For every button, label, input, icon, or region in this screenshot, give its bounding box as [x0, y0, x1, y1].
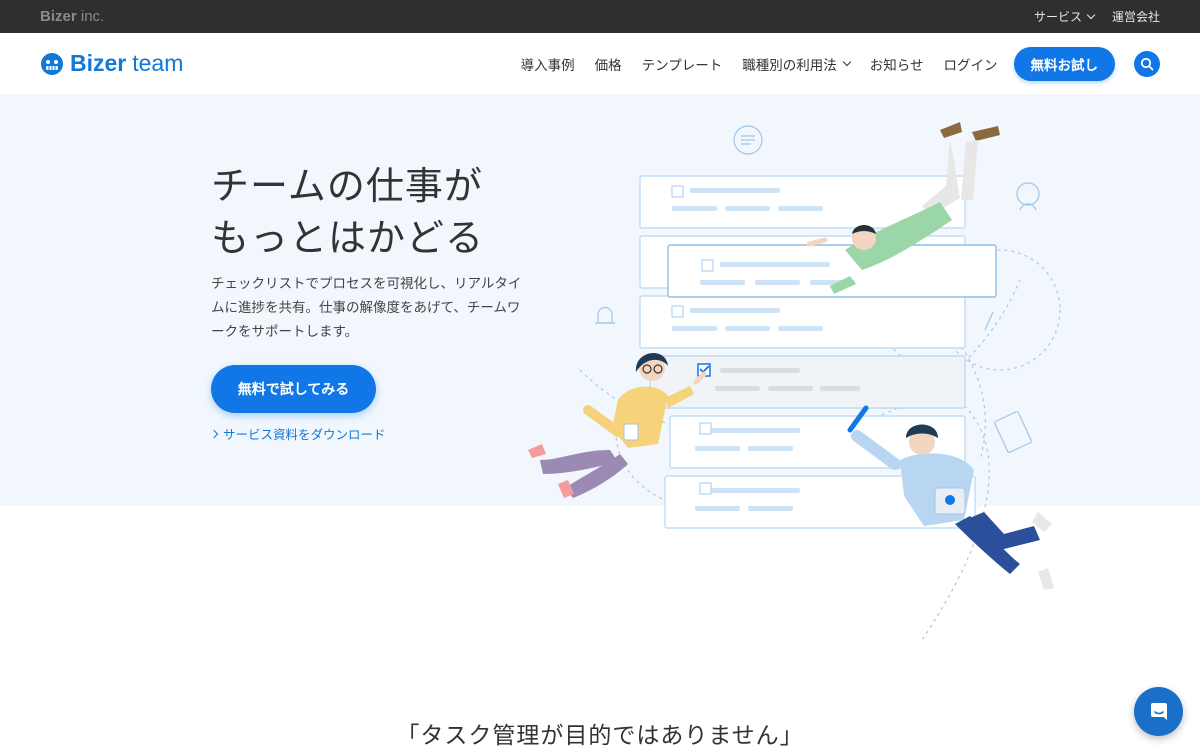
brand-mascot-icon	[41, 52, 63, 75]
corporate-topbar: Bizer inc. サービス 運営会社	[0, 0, 1200, 33]
chevron-down-icon	[842, 57, 852, 67]
main-nav: 導入事例 価格 テンプレート 職種別の利用法 お知らせ ログイン 無料お試し	[501, 46, 1160, 81]
nav-pricing[interactable]: 価格	[595, 54, 622, 74]
topbar-company-link[interactable]: 運営会社	[1112, 8, 1160, 25]
nav-by-role-dropdown[interactable]: 職種別の利用法	[742, 54, 852, 74]
search-icon	[1140, 57, 1154, 70]
brand-logo[interactable]: Bizer team	[40, 50, 183, 77]
nav-cases[interactable]: 導入事例	[521, 54, 575, 74]
nav-templates[interactable]: テンプレート	[642, 54, 723, 74]
try-free-button[interactable]: 無料で試してみる	[211, 365, 376, 413]
topbar-service-dropdown[interactable]: サービス	[1034, 8, 1096, 25]
nav-news[interactable]: お知らせ	[870, 54, 924, 74]
hero-illustration	[528, 122, 1061, 640]
search-button[interactable]	[1134, 50, 1160, 77]
chat-launcher-button[interactable]	[1134, 687, 1183, 736]
hero-description: チェックリストでプロセスを可視化し、リアルタイムに進捗を共有。仕事の解像度をあげ…	[211, 276, 522, 340]
corporate-logo[interactable]: Bizer inc.	[40, 8, 104, 25]
site-header: Bizer team 導入事例 価格 テンプレート 職種別の利用法 お知らせ ログ…	[0, 33, 1200, 94]
free-trial-button[interactable]: 無料お試し	[1013, 46, 1115, 81]
section-quote: 「タスク管理が目的ではありません」	[396, 723, 804, 749]
chevron-right-icon	[209, 429, 219, 438]
hero-title: チームの仕事が もっとはかどる	[211, 164, 485, 260]
download-brochure-link[interactable]: サービス資料をダウンロード	[209, 424, 386, 443]
chevron-down-icon	[1086, 10, 1096, 20]
chat-icon	[1150, 702, 1167, 720]
nav-login[interactable]: ログイン	[944, 54, 998, 74]
